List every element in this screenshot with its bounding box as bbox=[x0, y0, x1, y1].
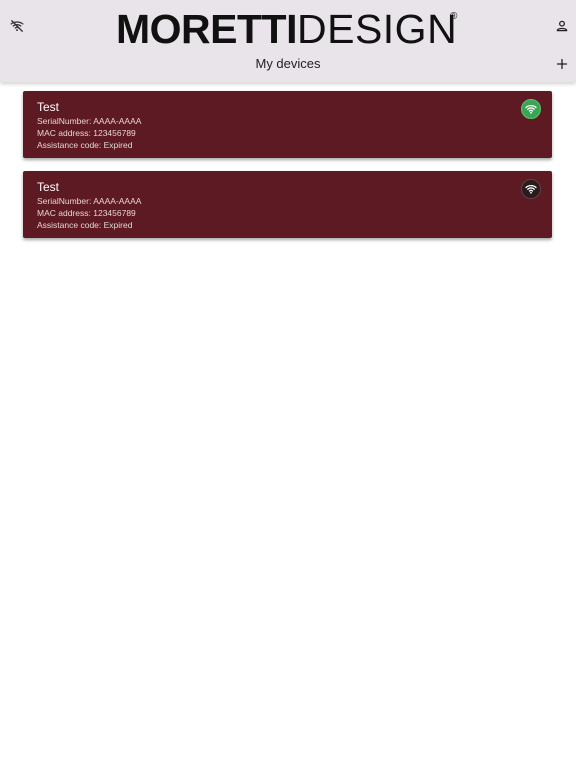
device-serial: SerialNumber: AAAA-AAAA bbox=[37, 116, 141, 126]
logo-bold-text: MORETTI bbox=[116, 6, 297, 52]
wifi-icon bbox=[521, 179, 541, 199]
assist-label: Assistance code: bbox=[37, 140, 102, 150]
logo-light-text: DESIGN bbox=[296, 6, 458, 52]
serial-value: AAAA-AAAA bbox=[93, 116, 142, 126]
serial-value: AAAA-AAAA bbox=[93, 196, 142, 206]
page-title: My devices bbox=[255, 56, 321, 71]
account-icon[interactable] bbox=[550, 14, 574, 38]
mac-label: MAC address: bbox=[37, 208, 91, 218]
wifi-icon bbox=[521, 99, 541, 119]
mac-label: MAC address: bbox=[37, 128, 91, 138]
wifi-off-icon[interactable] bbox=[5, 14, 29, 38]
assist-value: Expired bbox=[103, 140, 133, 150]
mac-value: 123456789 bbox=[93, 128, 136, 138]
add-icon[interactable] bbox=[550, 52, 574, 76]
device-card[interactable]: Test SerialNumber: AAAA-AAAA MAC address… bbox=[23, 171, 552, 238]
device-serial: SerialNumber: AAAA-AAAA bbox=[37, 196, 141, 206]
device-name: Test bbox=[37, 100, 60, 114]
device-assistance: Assistance code: Expired bbox=[37, 140, 132, 150]
serial-label: SerialNumber: bbox=[37, 196, 92, 206]
device-mac: MAC address: 123456789 bbox=[37, 208, 136, 218]
serial-label: SerialNumber: bbox=[37, 116, 92, 126]
device-name: Test bbox=[37, 180, 60, 194]
device-card[interactable]: Test SerialNumber: AAAA-AAAA MAC address… bbox=[23, 91, 552, 158]
assist-label: Assistance code: bbox=[37, 220, 102, 230]
device-mac: MAC address: 123456789 bbox=[37, 128, 136, 138]
mac-value: 123456789 bbox=[93, 208, 136, 218]
app-header: MORETTI DESIGN ® My devices bbox=[0, 0, 576, 82]
device-assistance: Assistance code: Expired bbox=[37, 220, 132, 230]
registered-mark: ® bbox=[450, 11, 458, 22]
brand-logo: MORETTI DESIGN ® bbox=[116, 6, 462, 52]
assist-value: Expired bbox=[103, 220, 133, 230]
